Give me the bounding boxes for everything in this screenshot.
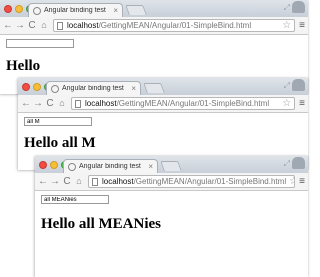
hamburger-menu-icon[interactable]: ≡ xyxy=(299,20,305,31)
page-content: Hello all M xyxy=(18,113,308,156)
reload-icon[interactable]: C xyxy=(27,20,37,31)
new-tab-button[interactable] xyxy=(160,161,182,171)
title-bar: Angular binding test × ⤢ xyxy=(18,78,308,95)
close-window-button[interactable] xyxy=(22,83,30,91)
address-bar[interactable]: localhost/GettingMEAN/Angular/01-SimpleB… xyxy=(88,175,296,188)
new-tab-button[interactable] xyxy=(143,83,165,93)
forward-arrow-icon[interactable]: → xyxy=(15,20,25,31)
page-content: Hello xyxy=(0,35,308,79)
browser-toolbar: ← → C ⌂ localhost/GettingMEAN/Angular/01… xyxy=(18,95,308,113)
fullscreen-icon[interactable]: ⤢ xyxy=(284,159,290,169)
tab-title: Angular binding test xyxy=(79,163,141,170)
bookmark-star-icon[interactable]: ☆ xyxy=(279,20,291,31)
bookmark-star-icon[interactable]: ☆ xyxy=(286,176,294,187)
url-path: /GettingMEAN/Angular/01-SimpleBind.html xyxy=(133,177,287,186)
tab-close-icon[interactable]: × xyxy=(148,162,153,171)
tab-close-icon[interactable]: × xyxy=(113,6,118,15)
close-window-button[interactable] xyxy=(39,161,47,169)
page-icon xyxy=(75,99,81,108)
browser-tab[interactable]: Angular binding test × xyxy=(63,159,158,173)
profile-icon[interactable] xyxy=(292,79,305,91)
url-host: localhost xyxy=(102,177,134,186)
url-path: /GettingMEAN/Angular/01-SimpleBind.html xyxy=(98,21,252,30)
minimize-window-button[interactable] xyxy=(15,5,23,13)
home-icon[interactable]: ⌂ xyxy=(57,99,67,108)
browser-tab[interactable]: Angular binding test × xyxy=(46,81,141,95)
browser-toolbar: ← → C ⌂ localhost/GettingMEAN/Angular/01… xyxy=(35,173,308,191)
address-bar[interactable]: localhost/GettingMEAN/Angular/01-SimpleB… xyxy=(53,19,296,32)
url-path: /GettingMEAN/Angular/01-SimpleBind.html xyxy=(116,99,270,108)
hamburger-menu-icon[interactable]: ≡ xyxy=(299,98,305,109)
fullscreen-icon[interactable]: ⤢ xyxy=(284,81,290,91)
minimize-window-button[interactable] xyxy=(33,83,41,91)
title-bar: Angular binding test × ⤢ xyxy=(35,156,308,173)
browser-tab[interactable]: Angular binding test × xyxy=(28,3,123,17)
reload-icon[interactable]: C xyxy=(45,98,55,109)
reload-icon[interactable]: C xyxy=(62,176,72,187)
url-text: localhost/GettingMEAN/Angular/01-SimpleB… xyxy=(67,21,251,30)
close-window-button[interactable] xyxy=(4,5,12,13)
url-text: localhost/GettingMEAN/Angular/01-SimpleB… xyxy=(85,99,269,108)
minimize-window-button[interactable] xyxy=(50,161,58,169)
forward-arrow-icon[interactable]: → xyxy=(33,98,43,109)
forward-arrow-icon[interactable]: → xyxy=(50,176,60,187)
bookmark-star-icon[interactable]: ☆ xyxy=(279,98,291,109)
greeting-heading: Hello xyxy=(6,58,41,74)
back-arrow-icon[interactable]: ← xyxy=(38,176,48,187)
url-host: localhost xyxy=(85,99,117,108)
fullscreen-icon[interactable]: ⤢ xyxy=(284,3,290,13)
page-favicon-icon xyxy=(68,162,76,171)
greeting-heading: Hello all MEANies xyxy=(41,216,161,232)
name-input[interactable] xyxy=(41,195,109,204)
back-arrow-icon[interactable]: ← xyxy=(21,98,31,109)
new-tab-button[interactable] xyxy=(125,5,147,15)
url-host: localhost xyxy=(67,21,99,30)
url-text: localhost/GettingMEAN/Angular/01-SimpleB… xyxy=(102,177,286,186)
name-input[interactable] xyxy=(24,117,92,126)
title-bar: Angular binding test × ⤢ xyxy=(0,0,308,17)
profile-icon[interactable] xyxy=(292,1,305,13)
address-bar[interactable]: localhost/GettingMEAN/Angular/01-SimpleB… xyxy=(71,97,296,110)
page-favicon-icon xyxy=(33,6,41,15)
tab-title: Angular binding test xyxy=(62,85,124,92)
browser-toolbar: ← → C ⌂ localhost/GettingMEAN/Angular/01… xyxy=(0,17,308,35)
tab-title: Angular binding test xyxy=(44,7,106,14)
browser-window-3: Angular binding test × ⤢ ← → C ⌂ localho… xyxy=(35,156,308,277)
home-icon[interactable]: ⌂ xyxy=(74,177,84,186)
page-icon xyxy=(92,177,98,186)
back-arrow-icon[interactable]: ← xyxy=(3,20,13,31)
hamburger-menu-icon[interactable]: ≡ xyxy=(299,176,305,187)
page-icon xyxy=(57,21,63,30)
home-icon[interactable]: ⌂ xyxy=(39,21,49,30)
name-input[interactable] xyxy=(6,39,74,48)
greeting-heading: Hello all M xyxy=(24,135,96,151)
profile-icon[interactable] xyxy=(292,157,305,169)
page-favicon-icon xyxy=(51,84,59,93)
page-content: Hello all MEANies xyxy=(35,191,308,237)
tab-close-icon[interactable]: × xyxy=(131,84,136,93)
